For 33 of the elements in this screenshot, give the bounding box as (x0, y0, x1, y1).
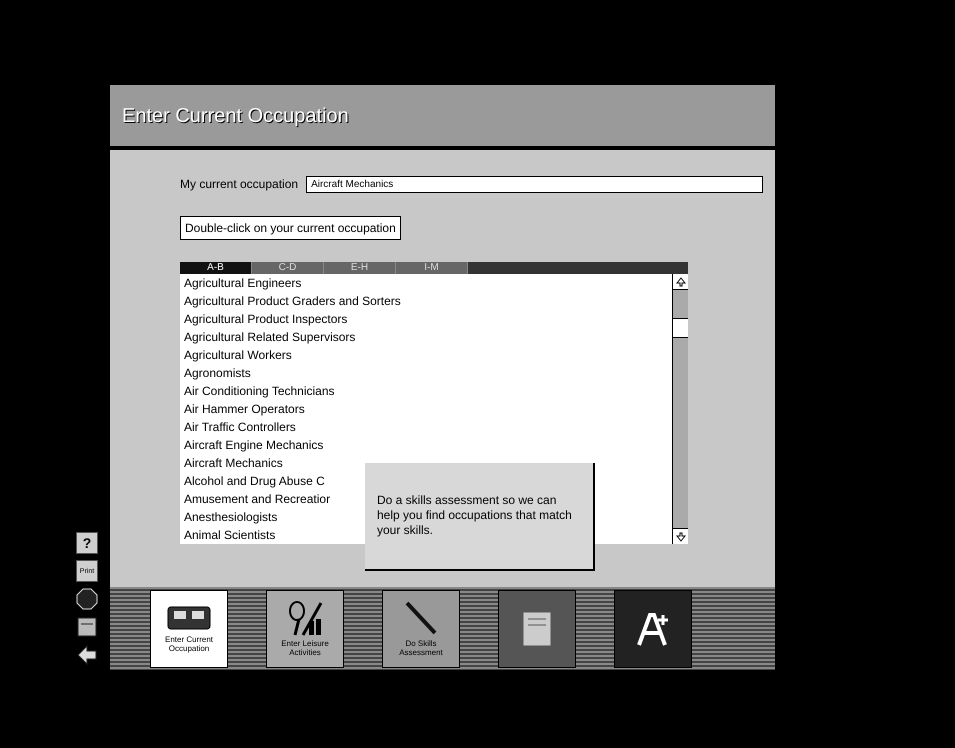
back-arrow-icon[interactable] (76, 644, 98, 666)
occupation-item[interactable]: Air Hammer Operators (184, 400, 672, 418)
tooltip: Do a skills assessment so we can help you find occupations that match your skills. (365, 463, 595, 571)
occupation-item[interactable]: Agronomists (184, 364, 672, 382)
letter-tab[interactable]: C-D (252, 262, 324, 274)
field-label: My current occupation (180, 176, 298, 193)
occupation-item[interactable]: Agricultural Workers (184, 346, 672, 364)
occupation-item[interactable]: Aircraft Engine Mechanics (184, 436, 672, 454)
window-title: Enter Current Occupation (122, 104, 349, 128)
letter-tab[interactable]: E-H (324, 262, 396, 274)
nav-button[interactable]: Do Skills Assessment (382, 590, 460, 668)
occupation-item[interactable]: Agricultural Product Graders and Sorters (184, 292, 672, 310)
help-button[interactable]: ? (76, 532, 98, 554)
computer-icon (166, 604, 212, 632)
occupation-item[interactable]: Agricultural Engineers (184, 274, 672, 292)
nav-button[interactable] (498, 590, 576, 668)
scroll-up-icon[interactable] (673, 274, 688, 290)
scrollbar[interactable] (672, 274, 688, 544)
scroll-down-icon[interactable] (673, 528, 688, 544)
occupation-item[interactable]: Agricultural Related Supervisors (184, 328, 672, 346)
nav-button[interactable]: Enter Current Occupation (150, 590, 228, 668)
occupation-item[interactable]: Air Traffic Controllers (184, 418, 672, 436)
notepad-icon[interactable] (76, 616, 98, 638)
nav-button[interactable] (614, 590, 692, 668)
occupation-item[interactable]: Agricultural Product Inspectors (184, 310, 672, 328)
occupation-item[interactable]: Air Conditioning Technicians (184, 382, 672, 400)
letter-tab[interactable]: A-B (180, 262, 252, 274)
letter-tab[interactable]: I-M (396, 262, 468, 274)
stop-sign-icon[interactable] (76, 588, 98, 610)
occupation-field[interactable]: Aircraft Mechanics (306, 176, 763, 192)
nav-button[interactable]: Enter Leisure Activities (266, 590, 344, 668)
instruction-label: Double-click on your current occupation (180, 216, 401, 240)
scroll-thumb[interactable] (673, 318, 688, 338)
